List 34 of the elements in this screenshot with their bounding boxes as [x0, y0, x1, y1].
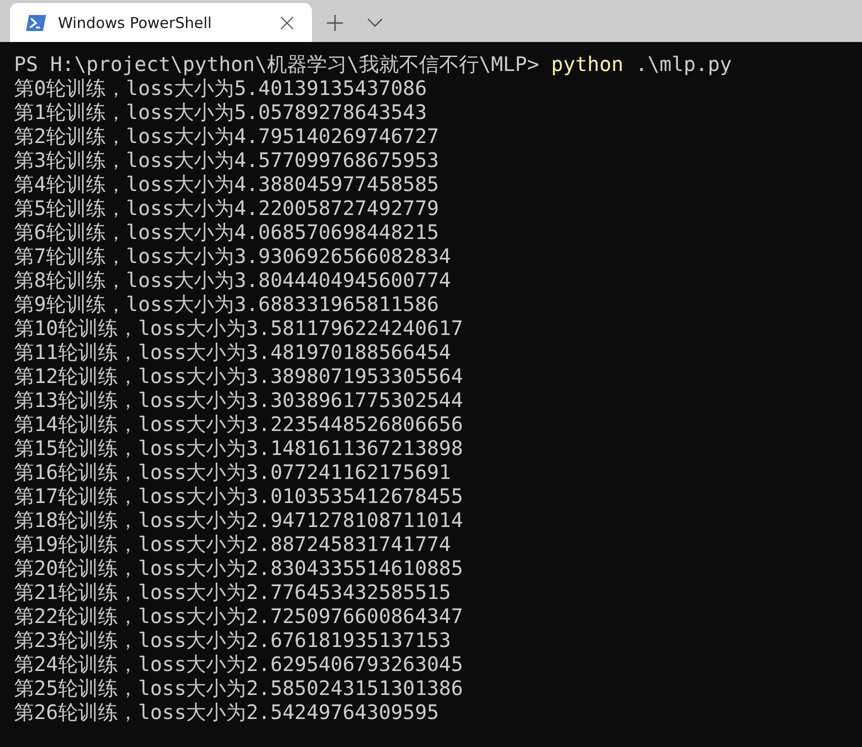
output-line: 第22轮训练，loss大小为2.7250976600864347 [14, 604, 463, 628]
output-line: 第15轮训练，loss大小为3.1481611367213898 [14, 436, 463, 460]
output-line: 第0轮训练，loss大小为5.40139135437086 [14, 76, 427, 100]
command-argument: .\mlp.py [635, 52, 732, 76]
terminal-tab[interactable]: Windows PowerShell [10, 3, 312, 42]
command-text: python [551, 52, 624, 76]
powershell-icon [26, 14, 46, 30]
output-line: 第19轮训练，loss大小为2.887245831741774 [14, 532, 451, 556]
output-line: 第21轮训练，loss大小为2.776453432585515 [14, 580, 451, 604]
output-line: 第5轮训练，loss大小为4.220058727492779 [14, 196, 439, 220]
output-line: 第25轮训练，loss大小为2.5850243151301386 [14, 676, 463, 700]
output-line: 第7轮训练，loss大小为3.9306926566082834 [14, 244, 451, 268]
output-line: 第16轮训练，loss大小为3.077241162175691 [14, 460, 451, 484]
output-line: 第9轮训练，loss大小为3.688331965811586 [14, 292, 439, 316]
prompt-path: PS H:\project\python\机器学习\我就不信不行\MLP> [14, 52, 540, 76]
output-line: 第13轮训练，loss大小为3.3038961775302544 [14, 388, 463, 412]
output-line: 第17轮训练，loss大小为3.0103535412678455 [14, 484, 463, 508]
output-line: 第8轮训练，loss大小为3.8044404945600774 [14, 268, 451, 292]
output-line: 第6轮训练，loss大小为4.068570698448215 [14, 220, 439, 244]
output-line: 第3轮训练，loss大小为4.577099768675953 [14, 148, 439, 172]
output-line: 第14轮训练，loss大小为3.2235448526806656 [14, 412, 463, 436]
output-line: 第18轮训练，loss大小为2.9471278108711014 [14, 508, 463, 532]
output-line: 第4轮训练，loss大小为4.388045977458585 [14, 172, 439, 196]
plus-icon [327, 14, 343, 30]
output-line: 第24轮训练，loss大小为2.6295406793263045 [14, 652, 463, 676]
output-line: 第2轮训练，loss大小为4.795140269746727 [14, 124, 439, 148]
output-line: 第23轮训练，loss大小为2.676181935137153 [14, 628, 451, 652]
output-line: 第26轮训练，loss大小为2.54249764309595 [14, 700, 439, 724]
output-line: 第10轮训练，loss大小为3.5811796224240617 [14, 316, 463, 340]
chevron-down-icon [367, 18, 383, 27]
output-line: 第20轮训练，loss大小为2.8304335514610885 [14, 556, 463, 580]
output-line: 第1轮训练，loss大小为5.05789278643543 [14, 100, 427, 124]
output-line: 第12轮训练，loss大小为3.3898071953305564 [14, 364, 463, 388]
output-line: 第11轮训练，loss大小为3.481970188566454 [14, 340, 451, 364]
